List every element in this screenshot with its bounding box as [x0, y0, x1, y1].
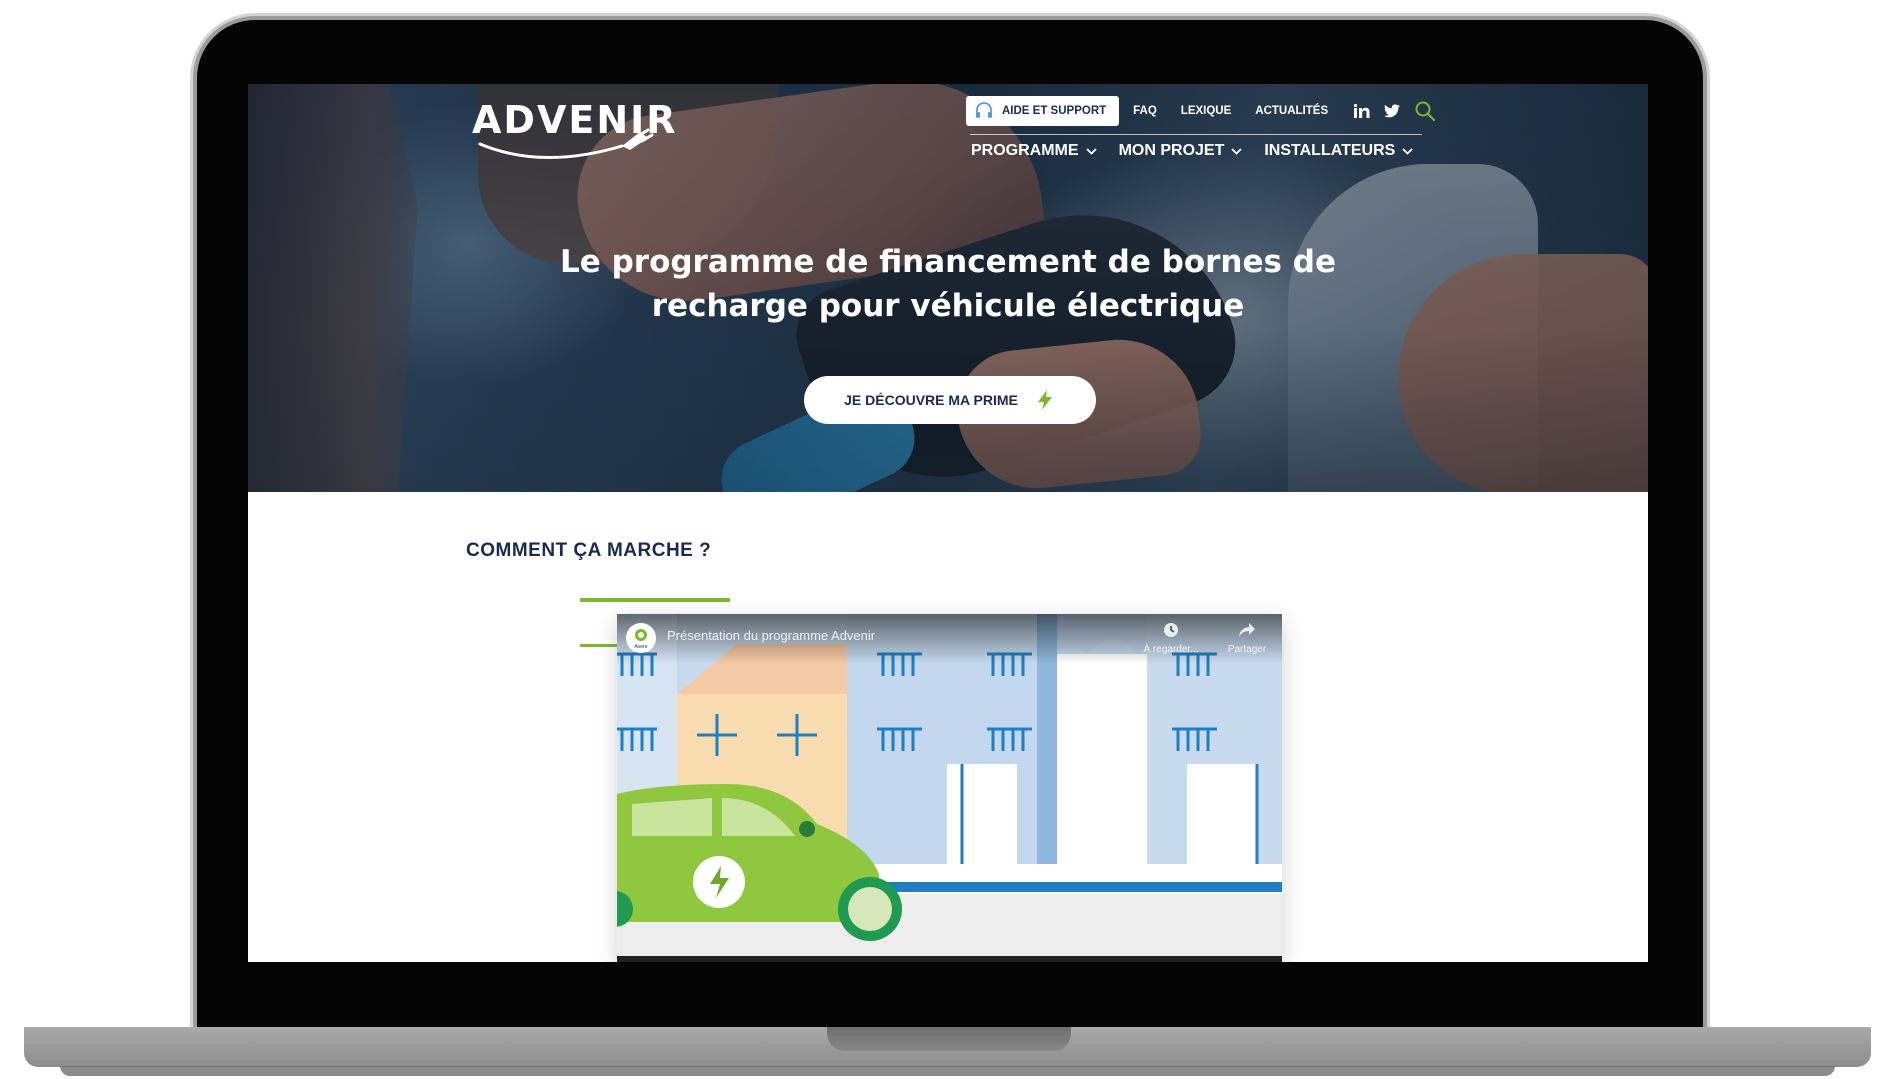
hero-title: Le programme de financement de bornes de…: [560, 244, 1336, 324]
social-links: [1354, 100, 1436, 122]
share-icon: [1239, 623, 1255, 637]
watch-later-button[interactable]: À regarder...: [1141, 622, 1201, 655]
chevron-down-icon: [1231, 147, 1242, 155]
avere-logo-icon: Avere: [635, 629, 648, 650]
headset-icon: [976, 102, 992, 118]
watch-later-label: À regarder...: [1143, 644, 1199, 655]
nav-mon-projet-label: MON PROJET: [1118, 142, 1225, 159]
twitter-icon[interactable]: [1384, 104, 1401, 118]
support-button[interactable]: AIDE ET SUPPORT: [966, 96, 1120, 126]
share-label: Partager: [1227, 644, 1267, 655]
laptop-screen: ADVENIR AIDE ET SUPPORT FAQ LEXIQUE ACTU…: [248, 84, 1648, 962]
advenir-logo[interactable]: ADVENIR: [472, 98, 676, 162]
accent-line: [580, 644, 620, 647]
faq-link[interactable]: FAQ: [1133, 105, 1157, 117]
cta-decouvre-prime-button[interactable]: JE DÉCOUVRE MA PRIME: [804, 376, 1096, 424]
search-icon[interactable]: [1414, 100, 1436, 122]
video-thumbnail: [617, 614, 1282, 962]
video-progress-bar[interactable]: [617, 956, 1282, 962]
channel-label: Avere: [635, 644, 648, 650]
share-button[interactable]: Partager: [1217, 622, 1277, 655]
accent-line: [580, 598, 730, 602]
nav-programme[interactable]: PROGRAMME: [971, 142, 1097, 160]
cta-label: JE DÉCOUVRE MA PRIME: [844, 392, 1018, 408]
logo-swoosh-icon: [478, 128, 654, 160]
support-label: AIDE ET SUPPORT: [1002, 105, 1107, 117]
nav-installateurs[interactable]: INSTALLATEURS: [1264, 142, 1413, 160]
laptop-notch: [827, 1027, 1071, 1051]
video-player[interactable]: Avere Présentation du programme Advenir …: [617, 614, 1282, 962]
nav-mon-projet[interactable]: MON PROJET: [1119, 142, 1243, 160]
section-title: COMMENT ÇA MARCHE ?: [466, 540, 712, 561]
main-nav: PROGRAMME MON PROJET INSTALLATEURS: [971, 142, 1413, 160]
nav-programme-label: PROGRAMME: [971, 142, 1079, 159]
actualites-link[interactable]: ACTUALITÉS: [1255, 105, 1328, 117]
video-title: Présentation du programme Advenir: [667, 628, 876, 643]
laptop-base-shadow: [60, 1066, 1835, 1076]
hero-banner: ADVENIR AIDE ET SUPPORT FAQ LEXIQUE ACTU…: [248, 84, 1648, 492]
lightning-icon: [1037, 390, 1052, 410]
lexique-link[interactable]: LEXIQUE: [1181, 105, 1231, 117]
chevron-down-icon: [1402, 147, 1413, 155]
nav-installateurs-label: INSTALLATEURS: [1264, 142, 1396, 159]
chevron-down-icon: [1085, 147, 1097, 155]
utility-nav: AIDE ET SUPPORT FAQ LEXIQUE ACTUALITÉS: [966, 95, 1436, 127]
clock-icon: [1164, 623, 1178, 637]
linkedin-icon[interactable]: [1354, 104, 1370, 118]
nav-divider: [970, 134, 1422, 135]
channel-avatar[interactable]: Avere: [626, 623, 656, 653]
